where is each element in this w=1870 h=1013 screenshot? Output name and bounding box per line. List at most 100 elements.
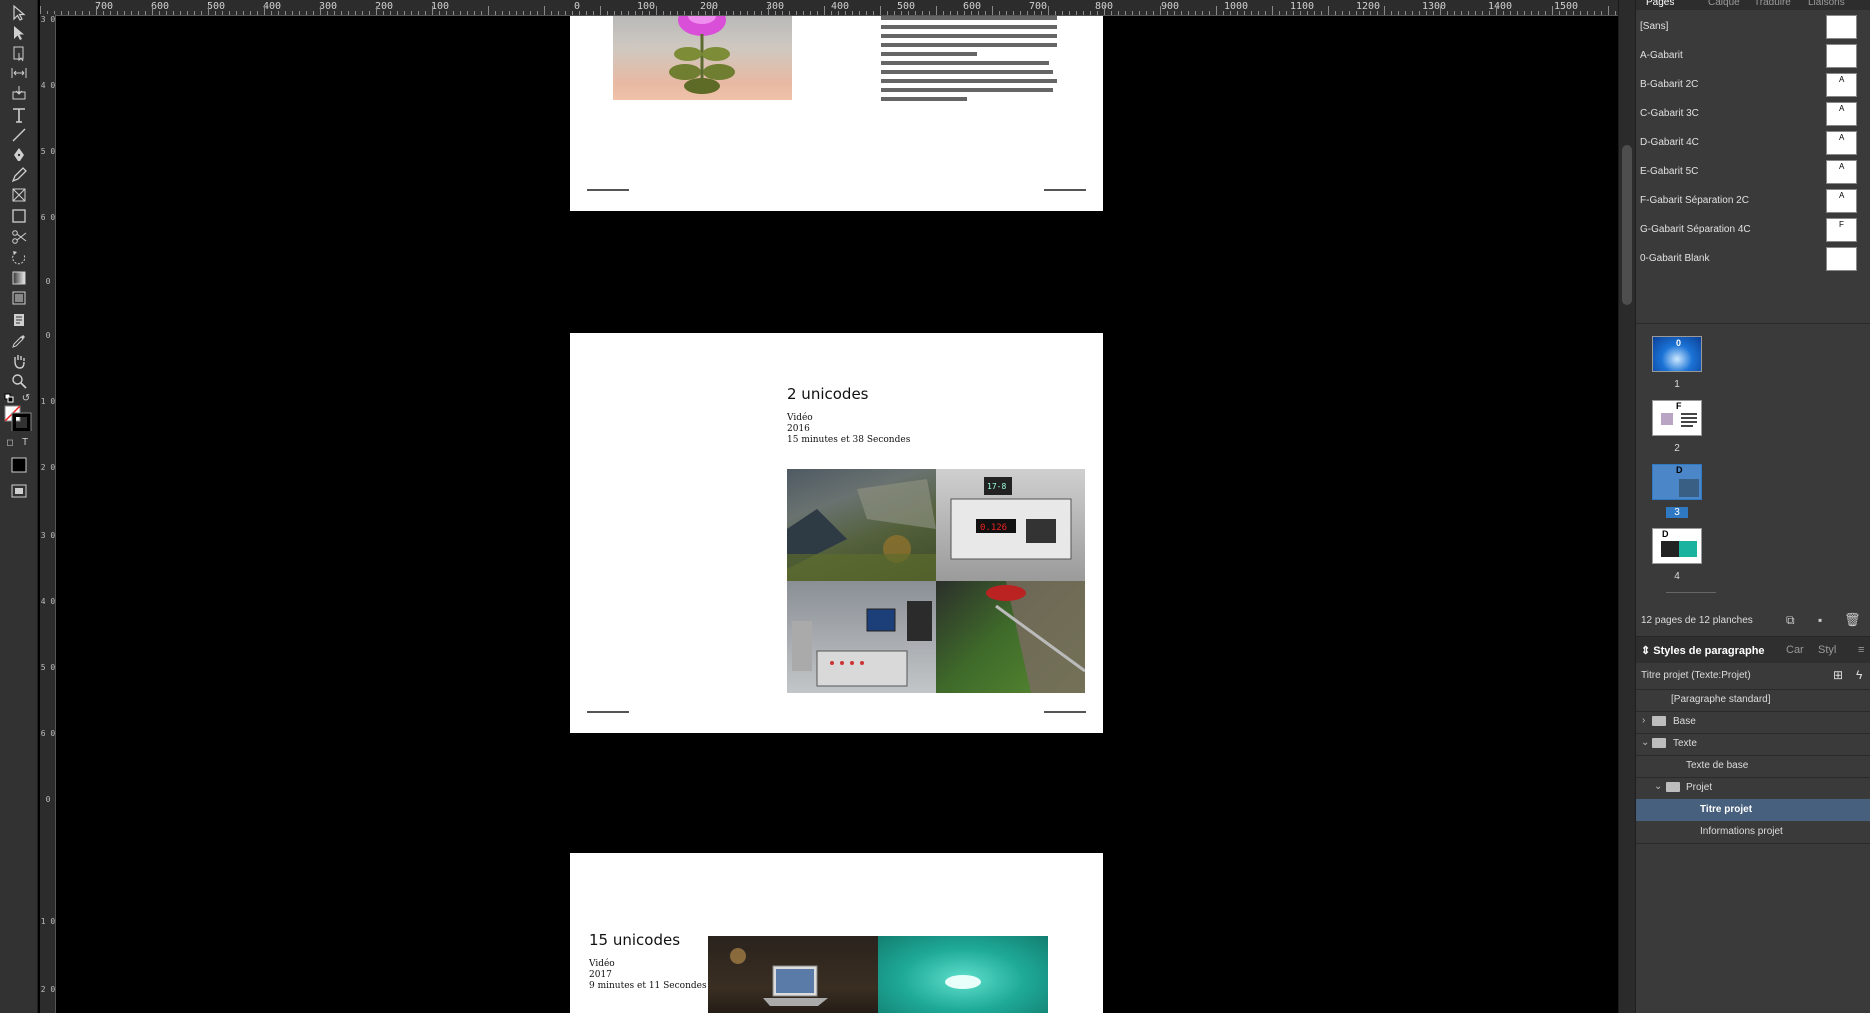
tab-paragraph-styles[interactable]: ⇕ Styles de paragraphe: [1641, 644, 1765, 657]
panel-divider[interactable]: [1636, 323, 1870, 324]
content-collector-icon[interactable]: [7, 82, 31, 104]
style-item[interactable]: Texte de base: [1636, 755, 1870, 777]
document-page[interactable]: 15 unicodes Vidéo 2017 9 minutes et 11 S…: [570, 853, 1103, 1013]
style-item[interactable]: [Paragraphe standard]: [1636, 689, 1870, 711]
master-thumbnail[interactable]: [1826, 44, 1857, 68]
folder-icon: [1652, 716, 1666, 726]
selection-tool-icon[interactable]: [7, 2, 31, 24]
landscape-image[interactable]: [787, 469, 936, 581]
rectangle-tool-icon[interactable]: [7, 205, 31, 227]
edit-page-size-icon[interactable]: ⧉: [1786, 613, 1795, 628]
document-page[interactable]: [570, 16, 1103, 211]
eyedropper-tool-icon[interactable]: [7, 330, 31, 352]
project-info[interactable]: Vidéo 2016 15 minutes et 38 Secondes: [787, 413, 910, 446]
scrollbar-thumb[interactable]: [1622, 145, 1632, 305]
vertical-ruler[interactable]: 3 0 4 0 5 0 6 0 0 0 1 0 2 0 3 0 4 0 5 0 …: [40, 14, 56, 1013]
page-tool-icon[interactable]: [7, 42, 31, 64]
fill-stroke-swatch[interactable]: [4, 405, 34, 431]
studio-image[interactable]: [787, 581, 936, 693]
gradient-swatch-tool-icon[interactable]: [7, 267, 31, 289]
screen-mode-icon[interactable]: [7, 480, 31, 502]
master-item[interactable]: D-Gabarit 4C A: [1636, 128, 1870, 156]
new-style-from-selection-icon[interactable]: ⊞: [1833, 668, 1843, 682]
apply-color-icon[interactable]: [7, 454, 31, 476]
page-thumbnail-1[interactable]: 0: [1652, 336, 1702, 372]
gradient-feather-tool-icon[interactable]: [7, 287, 31, 309]
scissors-tool-icon[interactable]: [7, 226, 31, 248]
project-info[interactable]: Vidéo 2017 9 minutes et 11 Secondes: [589, 959, 707, 992]
type-tool-icon[interactable]: [7, 104, 31, 126]
tab-object-styles[interactable]: Styl: [1818, 644, 1836, 656]
project-title[interactable]: 2 unicodes: [787, 385, 868, 403]
chevron-down-icon[interactable]: ⌄: [1641, 737, 1649, 748]
laptop-image[interactable]: [708, 936, 878, 1013]
page-number[interactable]: 1: [1666, 379, 1688, 390]
style-item-selected[interactable]: Titre projet: [1636, 799, 1870, 821]
page-thumbnail-4[interactable]: D: [1652, 528, 1702, 564]
master-thumbnail[interactable]: A: [1826, 189, 1857, 213]
pencil-tool-icon[interactable]: [7, 164, 31, 186]
master-item[interactable]: E-Gabarit 5C A: [1636, 157, 1870, 185]
plant-image[interactable]: [613, 16, 792, 100]
new-page-icon[interactable]: ▪: [1818, 613, 1822, 627]
formatting-text-icon[interactable]: T: [19, 436, 31, 448]
ruler-tick: [1468, 11, 1469, 15]
direct-selection-tool-icon[interactable]: [7, 22, 31, 44]
master-thumbnail[interactable]: [1826, 247, 1857, 271]
gap-tool-icon[interactable]: [7, 62, 31, 84]
chevron-down-icon[interactable]: ⌄: [1654, 781, 1662, 792]
page-number[interactable]: 4: [1666, 571, 1688, 582]
master-thumbnail[interactable]: A: [1826, 73, 1857, 97]
master-item[interactable]: B-Gabarit 2C A: [1636, 70, 1870, 98]
panel-menu-icon[interactable]: ≡: [1858, 644, 1864, 656]
master-thumbnail[interactable]: F: [1826, 218, 1857, 242]
style-group[interactable]: › Base: [1636, 711, 1870, 733]
delete-page-icon[interactable]: 🗑: [1844, 612, 1861, 628]
garden-image[interactable]: [936, 581, 1085, 693]
hand-tool-icon[interactable]: [7, 350, 31, 372]
swap-colors-icon[interactable]: ↺: [20, 393, 32, 404]
master-item[interactable]: G-Gabarit Séparation 4C F: [1636, 215, 1870, 243]
style-item[interactable]: Informations projet: [1636, 821, 1870, 843]
master-item[interactable]: C-Gabarit 3C A: [1636, 99, 1870, 127]
master-thumbnail[interactable]: A: [1826, 131, 1857, 155]
tab-traduire[interactable]: Traduire: [1754, 0, 1791, 8]
page-number[interactable]: 3: [1666, 507, 1688, 518]
tab-liaisons[interactable]: Liaisons: [1808, 0, 1845, 8]
project-info-line: 15 minutes et 38 Secondes: [787, 435, 911, 445]
line-tool-icon[interactable]: [7, 124, 31, 146]
page-number[interactable]: 2: [1666, 443, 1688, 454]
master-thumbnail[interactable]: [1826, 15, 1857, 39]
formatting-container-icon[interactable]: ◻: [4, 436, 16, 448]
master-prefix: A: [1839, 191, 1845, 200]
chevron-right-icon[interactable]: ›: [1642, 715, 1645, 726]
page-thumbnail-3[interactable]: D: [1652, 464, 1702, 500]
ruler-tick: [362, 11, 363, 15]
free-transform-tool-icon[interactable]: [7, 246, 31, 268]
default-colors-icon[interactable]: [4, 393, 16, 403]
master-thumbnail[interactable]: A: [1826, 160, 1857, 184]
style-group[interactable]: ⌄ Texte: [1636, 733, 1870, 755]
master-item[interactable]: A-Gabarit: [1636, 41, 1870, 69]
quick-apply-icon[interactable]: ϟ: [1856, 668, 1862, 682]
underwater-image[interactable]: [878, 936, 1048, 1013]
device-image[interactable]: 0.126 17-8: [936, 469, 1085, 581]
tab-character-styles[interactable]: Car: [1786, 644, 1804, 656]
master-item[interactable]: [Sans]: [1636, 12, 1870, 40]
rectangle-frame-tool-icon[interactable]: [7, 184, 31, 206]
zoom-tool-icon[interactable]: [7, 370, 31, 392]
master-item[interactable]: F-Gabarit Séparation 2C A: [1636, 186, 1870, 214]
master-item[interactable]: 0-Gabarit Blank: [1636, 244, 1870, 272]
style-group[interactable]: ⌄ Projet: [1636, 777, 1870, 799]
document-page[interactable]: 2 unicodes Vidéo 2016 15 minutes et 38 S…: [570, 333, 1103, 733]
note-tool-icon[interactable]: [7, 309, 31, 331]
pen-tool-icon[interactable]: [7, 144, 31, 166]
tab-calque[interactable]: Calque: [1708, 0, 1740, 8]
horizontal-ruler[interactable]: 700 600 500 400 300 200 100 0 100 200 30…: [40, 0, 1618, 16]
page-thumbnail-2[interactable]: F: [1652, 400, 1702, 436]
canvas-vertical-scrollbar[interactable]: [1618, 0, 1635, 1013]
project-title[interactable]: 15 unicodes: [589, 931, 680, 949]
master-thumbnail[interactable]: A: [1826, 102, 1857, 126]
document-canvas[interactable]: 2 unicodes Vidéo 2016 15 minutes et 38 S…: [57, 16, 1618, 1013]
tab-pages[interactable]: Pages: [1646, 0, 1674, 8]
